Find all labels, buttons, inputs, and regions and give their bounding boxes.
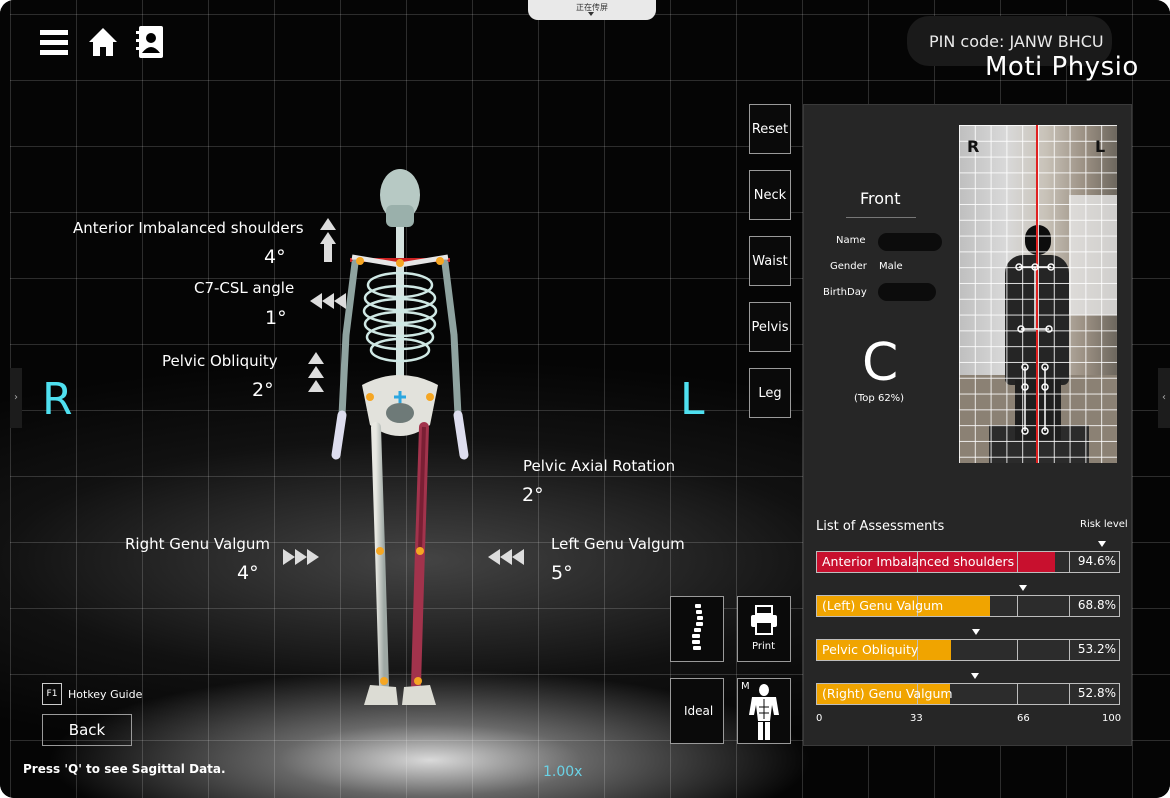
scale-tick: 0: [816, 713, 823, 724]
assessment-name: Pelvic Obliquity: [822, 642, 919, 657]
reset-button[interactable]: Reset: [749, 104, 791, 154]
leg-button[interactable]: Leg: [749, 368, 791, 418]
front-photo[interactable]: R L: [959, 125, 1117, 463]
back-button[interactable]: Back: [42, 714, 132, 746]
arrow-left-icon: [310, 293, 346, 309]
right-edge-tab[interactable]: ‹: [1158, 368, 1170, 428]
arrow-left-icon: [488, 549, 524, 565]
anterior-shoulders-value: 4°: [264, 246, 286, 268]
pin-code-text: PIN code: JANW BHCU: [929, 32, 1104, 51]
zoom-level: 1.00x: [543, 764, 583, 780]
menu-icon[interactable]: [40, 28, 68, 62]
assessment-bar-1[interactable]: (Left) Genu Valgum 68.8%: [816, 595, 1120, 617]
pelvic-axial-label: Pelvic Axial Rotation: [523, 457, 676, 475]
birthday-redacted: [878, 283, 936, 301]
name-label: Name: [836, 235, 866, 246]
left-edge-tab[interactable]: ›: [10, 368, 22, 428]
posture-grade-rank: (Top 62%): [854, 393, 905, 404]
risk-marker: [1098, 541, 1106, 547]
scale-tick: 66: [1017, 713, 1030, 724]
assessment-pct: 53.2%: [1077, 642, 1116, 656]
sagittal-hint: Press 'Q' to see Sagittal Data.: [23, 762, 226, 776]
waist-button[interactable]: Waist: [749, 236, 791, 286]
neck-button[interactable]: Neck: [749, 170, 791, 220]
risk-marker: [972, 629, 980, 635]
brand-logo: Moti Physio: [985, 52, 1139, 82]
right-genu-label: Right Genu Valgum: [125, 535, 270, 553]
pelvic-axial-value: 2°: [522, 484, 544, 506]
spine-view-button[interactable]: [670, 596, 724, 662]
contacts-icon[interactable]: [136, 25, 164, 63]
c7-csl-value: 1°: [265, 307, 287, 329]
risk-marker: [971, 673, 979, 679]
assessment-pct: 94.6%: [1077, 554, 1116, 568]
print-button[interactable]: Print: [737, 596, 791, 662]
scale-tick: 100: [1102, 713, 1122, 724]
risk-level-title: Risk level: [1080, 519, 1128, 530]
left-genu-value: 5°: [551, 562, 573, 584]
assessment-name: (Left) Genu Valgum: [822, 598, 944, 613]
muscle-body-icon: [749, 684, 779, 740]
app-window: 正在传屏 PIN code: JANW BHCU Moti Physio Ant…: [0, 0, 1170, 798]
screen-share-label: 正在传屏: [576, 3, 608, 12]
anterior-shoulders-label: Anterior Imbalanced shoulders: [73, 219, 304, 237]
assessment-bar-2[interactable]: Pelvic Obliquity 53.2%: [816, 639, 1120, 661]
assessment-pct: 52.8%: [1077, 686, 1116, 700]
pelvis-button[interactable]: Pelvis: [749, 302, 791, 352]
c7-csl-label: C7-CSL angle: [194, 279, 295, 297]
photo-keypoints: [1015, 263, 1055, 435]
print-label: Print: [752, 641, 776, 652]
assessment-bar-0[interactable]: Anterior Imbalanced shoulders 94.6%: [816, 551, 1120, 573]
arrow-up-icon: [308, 352, 324, 392]
photo-right-label: R: [967, 137, 980, 156]
gender-value: Male: [879, 261, 903, 272]
assessments-title: List of Assessments: [816, 519, 945, 534]
assessment-bar-3[interactable]: (Right) Genu Valgum 52.8%: [816, 683, 1120, 705]
left-genu-label: Left Genu Valgum: [551, 535, 685, 553]
ideal-button[interactable]: Ideal: [670, 678, 724, 744]
printer-icon: [751, 605, 777, 635]
right-side-label: R: [42, 374, 73, 425]
hotkey-guide-link[interactable]: Hotkey Guide: [68, 688, 142, 701]
pelvic-obliquity-value: 2°: [252, 379, 274, 401]
posture-grade: C: [862, 333, 899, 393]
spine-icon: [692, 604, 703, 650]
divider: [846, 217, 916, 218]
gender-label: Gender: [830, 261, 867, 272]
scale-tick: 33: [910, 713, 923, 724]
risk-marker: [1019, 585, 1027, 591]
name-redacted: [878, 233, 942, 251]
arrow-up-icon: [320, 218, 336, 262]
caret-down-icon: [588, 12, 594, 16]
home-icon[interactable]: [88, 26, 118, 62]
ideal-label: Ideal: [684, 704, 714, 718]
f1-key-icon: F1: [42, 683, 62, 705]
assessment-pct: 68.8%: [1077, 598, 1116, 612]
left-side-label: L: [680, 374, 705, 425]
muscle-view-button[interactable]: M: [737, 678, 791, 744]
birthday-label: BirthDay: [823, 287, 867, 298]
pelvic-obliquity-label: Pelvic Obliquity: [162, 352, 278, 370]
photo-left-label: L: [1095, 137, 1106, 156]
arrow-right-icon: [283, 549, 319, 565]
assessment-name: Anterior Imbalanced shoulders: [822, 554, 1015, 569]
right-genu-value: 4°: [237, 562, 259, 584]
screen-share-tab[interactable]: 正在传屏: [528, 0, 656, 20]
assessment-panel: Front Name Gender Male BirthDay C (Top 6…: [803, 104, 1132, 746]
panel-title: Front: [860, 189, 901, 208]
assessment-name: (Right) Genu Valgum: [822, 686, 953, 701]
